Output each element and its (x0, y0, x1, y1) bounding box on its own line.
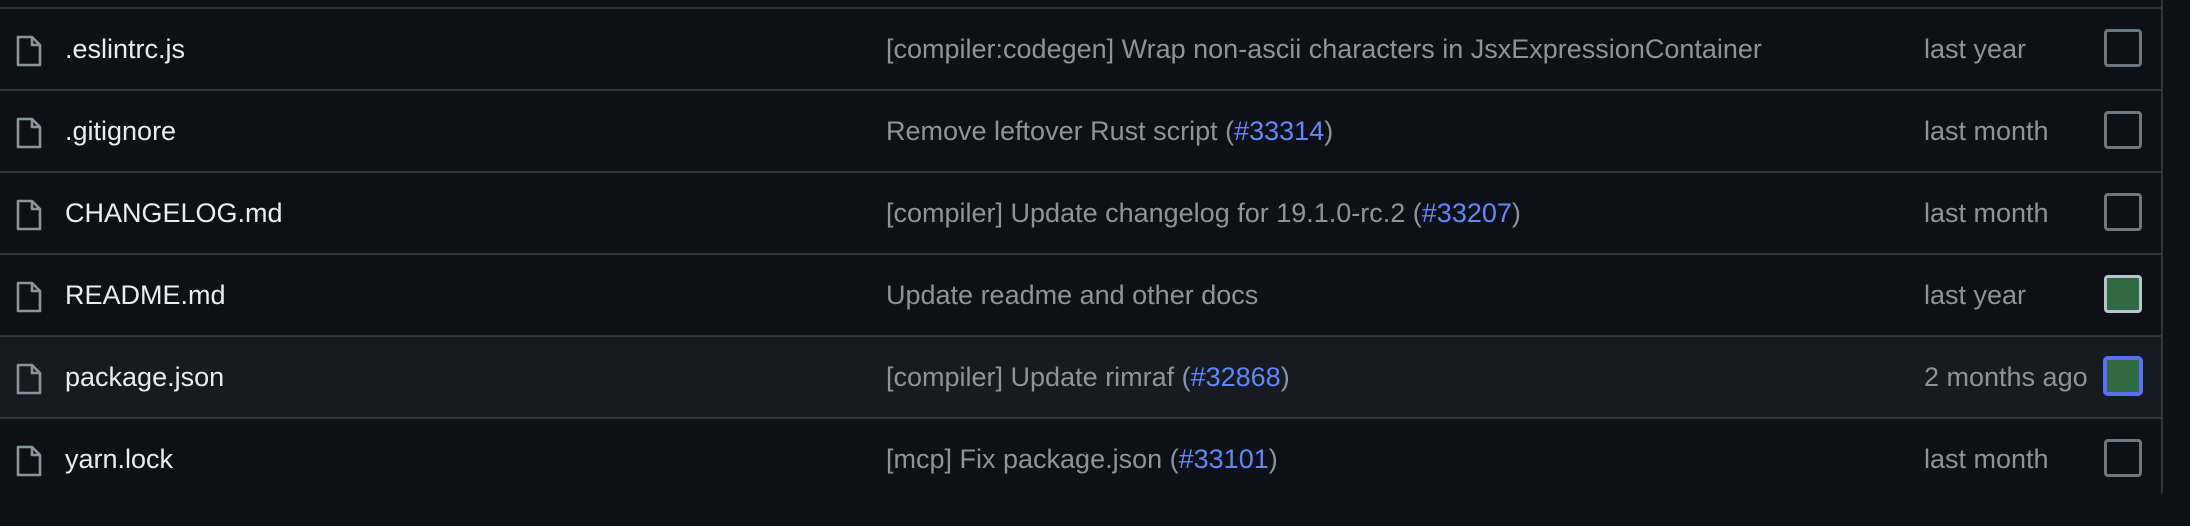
table-row[interactable]: package.json [compiler] Update rimraf (#… (0, 335, 2161, 417)
commit-date: last month (1924, 444, 2049, 474)
commit-message-suffix[interactable]: ) (1512, 198, 1521, 228)
commit-date: last month (1924, 116, 2049, 146)
row-checkbox[interactable] (2104, 193, 2142, 231)
file-icon (15, 35, 43, 67)
file-name-link[interactable]: .eslintrc.js (65, 9, 185, 89)
row-checkbox[interactable] (2104, 439, 2142, 477)
table-row[interactable]: .gitignore Remove leftover Rust script (… (0, 89, 2161, 171)
commit-message-link[interactable]: Remove leftover Rust script (#33314) (886, 91, 1333, 171)
commit-message-text[interactable]: Update readme and other docs (886, 280, 1258, 310)
commit-message-text[interactable]: [mcp] Fix package.json ( (886, 444, 1179, 474)
commit-date: last year (1924, 34, 2027, 64)
commit-message-text[interactable]: [compiler] Update changelog for 19.1.0-r… (886, 198, 1422, 228)
table-row[interactable]: README.md Update readme and other docs l… (0, 253, 2161, 335)
commit-message-link[interactable]: [compiler:codegen] Wrap non-ascii charac… (886, 9, 1762, 89)
pull-request-link[interactable]: #32868 (1191, 362, 1281, 392)
file-icon (15, 199, 43, 231)
commit-date: last year (1924, 280, 2027, 310)
file-table: .eslintrc.js [compiler:codegen] Wrap non… (0, 0, 2163, 499)
table-row[interactable]: .eslintrc.js [compiler:codegen] Wrap non… (0, 7, 2161, 89)
file-name-link[interactable]: package.json (65, 337, 224, 417)
file-name-link[interactable]: yarn.lock (65, 419, 173, 499)
commit-message-link[interactable]: [compiler] Update changelog for 19.1.0-r… (886, 173, 1521, 253)
file-icon (15, 363, 43, 395)
commit-date: 2 months ago (1924, 362, 2088, 392)
file-icon (15, 117, 43, 149)
table-row[interactable]: CHANGELOG.md [compiler] Update changelog… (0, 171, 2161, 253)
commit-message-text[interactable]: Remove leftover Rust script ( (886, 116, 1234, 146)
commit-message-suffix[interactable]: ) (1281, 362, 1290, 392)
file-name-link[interactable]: README.md (65, 255, 226, 335)
file-name-link[interactable]: .gitignore (65, 91, 176, 171)
pull-request-link[interactable]: #33207 (1422, 198, 1512, 228)
commit-message-link[interactable]: [mcp] Fix package.json (#33101) (886, 419, 1278, 499)
row-checkbox[interactable] (2104, 275, 2142, 313)
commit-message-link[interactable]: [compiler] Update rimraf (#32868) (886, 337, 1290, 417)
commit-message-link[interactable]: Update readme and other docs (886, 255, 1258, 335)
pull-request-link[interactable]: #33314 (1234, 116, 1324, 146)
row-checkbox[interactable] (2104, 111, 2142, 149)
file-icon (15, 445, 43, 477)
commit-message-suffix[interactable]: ) (1269, 444, 1278, 474)
table-row[interactable]: yarn.lock [mcp] Fix package.json (#33101… (0, 417, 2161, 499)
file-icon (15, 281, 43, 313)
pull-request-link[interactable]: #33101 (1179, 444, 1269, 474)
commit-date: last month (1924, 198, 2049, 228)
commit-message-text[interactable]: [compiler:codegen] Wrap non-ascii charac… (886, 34, 1762, 64)
row-checkbox[interactable] (2104, 357, 2142, 395)
commit-message-suffix[interactable]: ) (1324, 116, 1333, 146)
file-name-link[interactable]: CHANGELOG.md (65, 173, 283, 253)
row-checkbox[interactable] (2104, 29, 2142, 67)
commit-message-text[interactable]: [compiler] Update rimraf ( (886, 362, 1191, 392)
